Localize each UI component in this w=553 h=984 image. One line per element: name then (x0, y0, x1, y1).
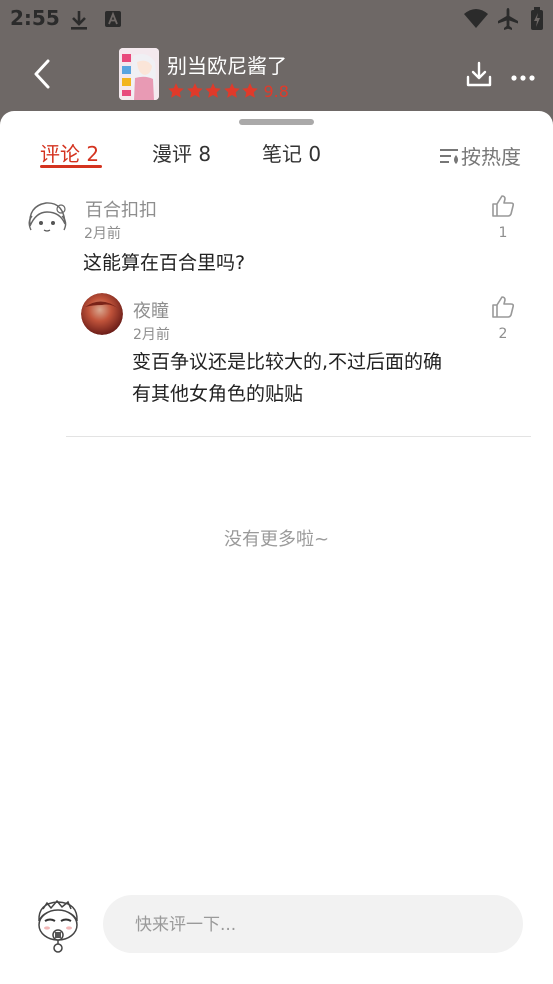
reply-like-button[interactable]: 2 (488, 294, 518, 342)
rating-score: 9.8 (263, 81, 289, 101)
thumbs-up-icon (492, 296, 515, 318)
chevron-left-icon (34, 59, 50, 89)
tab-reviews[interactable]: 漫评 8 (152, 138, 211, 167)
replier-username[interactable]: 夜瞳 (133, 297, 169, 323)
commenter-username[interactable]: 百合扣扣 (85, 196, 157, 222)
comment-date: 2月前 (84, 226, 121, 242)
comic-header: 别当欧尼酱了 9.8 (0, 38, 553, 112)
comment-like-count: 1 (498, 225, 508, 241)
wifi-icon (464, 9, 488, 28)
thumbs-up-icon (492, 195, 515, 217)
more-options-button[interactable] (511, 68, 535, 87)
status-time: 2:55 (10, 6, 60, 30)
star-icon (168, 83, 184, 98)
reply-like-count: 2 (498, 326, 508, 342)
sort-icon (440, 148, 458, 164)
current-user-avatar[interactable] (33, 897, 83, 953)
replier-avatar[interactable] (81, 293, 123, 335)
comment-input[interactable] (133, 895, 507, 955)
rating: 9.8 (167, 81, 289, 101)
download-icon (466, 61, 492, 87)
replier-avatar-image (81, 293, 123, 335)
commenter-avatar-image (25, 197, 69, 241)
comments-sheet: 评论 2 漫评 8 笔记 0 按热度 百合扣扣 2月前 这能算在百合里吗? 1 (0, 111, 553, 984)
app-notification-icon (105, 11, 121, 27)
rating-stars (167, 82, 260, 100)
reply-date: 2月前 (133, 327, 170, 343)
sort-label: 按热度 (461, 145, 521, 169)
status-bar: 2:55 (0, 0, 553, 38)
reply-text-line: 有其他女角色的贴贴 (132, 383, 304, 405)
comment-like-button[interactable]: 1 (488, 193, 518, 241)
download-button[interactable] (465, 60, 493, 92)
tab-comments[interactable]: 评论 2 (40, 138, 99, 167)
star-icon (205, 83, 221, 98)
reply-text: 变百争议还是比较大的,不过后面的确 有其他女角色的贴贴 (132, 346, 442, 410)
back-button[interactable] (26, 56, 58, 92)
download-status-icon (71, 11, 87, 30)
comic-cover-art (119, 48, 159, 100)
airplane-mode-icon (498, 8, 518, 30)
comment-divider (66, 436, 531, 437)
more-horizontal-icon (511, 75, 535, 81)
star-icon (242, 83, 258, 98)
star-icon (186, 83, 203, 98)
drag-handle[interactable] (239, 119, 314, 125)
commenter-avatar[interactable] (24, 196, 70, 242)
star-icon (223, 83, 240, 98)
comment-text: 这能算在百合里吗? (83, 252, 246, 274)
sort-by-popularity-button[interactable]: 按热度 (439, 141, 521, 170)
tab-notes[interactable]: 笔记 0 (262, 138, 321, 167)
comment-input-container[interactable] (103, 895, 523, 955)
comic-cover-thumbnail[interactable] (119, 48, 159, 100)
current-user-avatar-image (38, 899, 78, 953)
active-tab-indicator (40, 165, 102, 168)
reply-text-line: 变百争议还是比较大的,不过后面的确 (132, 351, 443, 373)
end-of-list-message: 没有更多啦~ (223, 529, 330, 550)
battery-icon (531, 7, 543, 30)
comic-title: 别当欧尼酱了 (167, 54, 287, 78)
